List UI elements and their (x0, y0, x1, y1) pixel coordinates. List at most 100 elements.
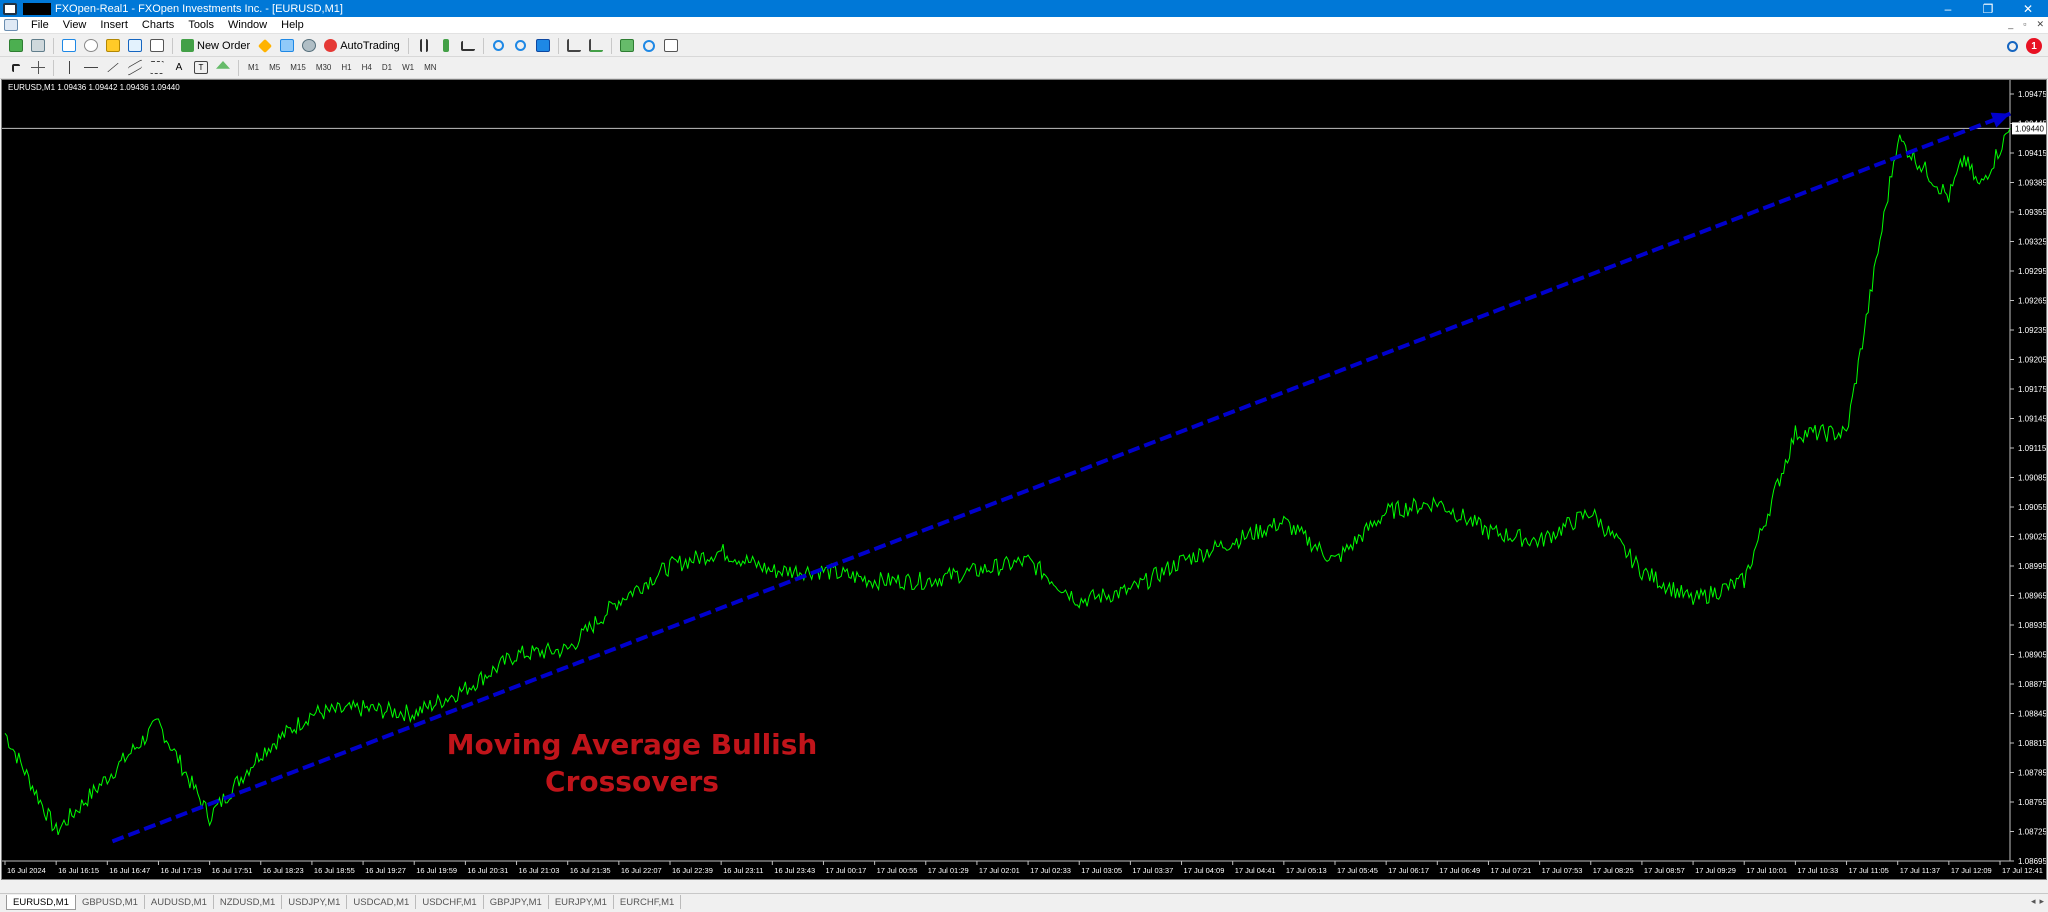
crosshair-icon[interactable] (28, 59, 48, 77)
mdi-close-button[interactable]: ✕ (2036, 19, 2044, 30)
bar-chart-icon[interactable] (414, 37, 434, 55)
menu-bar: File View Insert Charts Tools Window Hel… (0, 17, 2048, 34)
terminal-window: FXOpen-Real1 - FXOpen Investments Inc. -… (0, 0, 2048, 912)
menu-file[interactable]: File (24, 19, 56, 31)
time-tick-label: 17 Jul 06:49 (1439, 866, 1480, 875)
strategy-tester-icon[interactable] (147, 37, 167, 55)
tab-gbpusd[interactable]: GBPUSD,M1 (76, 895, 145, 909)
price-tick-label: 1.09475 (2018, 90, 2046, 99)
zoom-out-icon[interactable] (511, 37, 531, 55)
cursor-icon[interactable] (6, 59, 26, 77)
price-tick-label: 1.09325 (2018, 238, 2046, 247)
time-tick-label: 17 Jul 11:37 (1900, 866, 1940, 875)
timeframe-m15[interactable]: M15 (285, 63, 311, 72)
timeframe-h4[interactable]: H4 (357, 63, 377, 72)
vertical-line-icon[interactable] (59, 59, 79, 77)
timeframe-m30[interactable]: M30 (311, 63, 337, 72)
app-icon[interactable] (3, 2, 17, 15)
time-tick-label: 17 Jul 07:53 (1542, 866, 1583, 875)
menu-insert[interactable]: Insert (93, 19, 135, 31)
time-tick-label: 17 Jul 00:17 (825, 866, 866, 875)
timeframe-h1[interactable]: H1 (336, 63, 356, 72)
periods-icon[interactable] (639, 37, 659, 55)
search-icon[interactable] (2007, 40, 2018, 52)
tab-eurchf[interactable]: EURCHF,M1 (614, 895, 682, 909)
menu-help[interactable]: Help (274, 19, 311, 31)
market-watch-icon[interactable] (59, 37, 79, 55)
timeframe-w1[interactable]: W1 (397, 63, 419, 72)
timeframe-mn[interactable]: MN (419, 63, 441, 72)
menu-tools[interactable]: Tools (181, 19, 221, 31)
minimize-button[interactable]: – (1928, 0, 1968, 17)
tab-eurusd[interactable]: EURUSD,M1 (6, 895, 76, 910)
close-button[interactable]: ✕ (2008, 0, 2048, 17)
tab-audusd[interactable]: AUDUSD,M1 (145, 895, 214, 909)
menu-window[interactable]: Window (221, 19, 274, 31)
tile-windows-icon[interactable] (533, 37, 553, 55)
price-tick-label: 1.08875 (2018, 680, 2046, 689)
redacted-account-box (23, 2, 51, 15)
templates-icon[interactable] (661, 37, 681, 55)
line-studies-toolbar: A T M1 M5 M15 M30 H1 H4 D1 W1 MN (0, 57, 2048, 79)
signals-icon[interactable] (277, 37, 297, 55)
line-chart-icon[interactable] (458, 37, 478, 55)
time-tick-label: 16 Jul 19:59 (416, 866, 457, 875)
fibonacci-icon[interactable] (147, 59, 167, 77)
tab-usdcad[interactable]: USDCAD,M1 (347, 895, 417, 909)
time-tick-label: 16 Jul 22:39 (672, 866, 713, 875)
price-tick-label: 1.09295 (2018, 267, 2046, 276)
maximize-button[interactable]: ❐ (1968, 0, 2008, 17)
data-window-icon[interactable] (81, 37, 101, 55)
time-tick-label: 17 Jul 10:33 (1797, 866, 1838, 875)
price-tick-label: 1.09055 (2018, 503, 2046, 512)
tabs-scroll-left-icon[interactable]: ◂ (2031, 896, 2036, 907)
menu-view[interactable]: View (56, 19, 94, 31)
text-label-icon[interactable]: T (191, 59, 211, 77)
price-tick-label: 1.08905 (2018, 651, 2046, 660)
autotrading-button[interactable]: AutoTrading (320, 37, 404, 55)
terminal-icon[interactable] (125, 37, 145, 55)
new-chart-icon[interactable] (6, 37, 26, 55)
time-tick-label: 16 Jul 16:15 (58, 866, 99, 875)
zoom-in-icon[interactable] (489, 37, 509, 55)
time-tick-label: 17 Jul 08:25 (1593, 866, 1634, 875)
indicators-icon[interactable] (617, 37, 637, 55)
arrows-icon[interactable] (213, 59, 233, 77)
time-tick-label: 16 Jul 17:51 (212, 866, 253, 875)
vps-icon[interactable] (299, 37, 319, 55)
chart-window[interactable]: 1.094751.094451.094151.093851.093551.093… (1, 79, 2047, 880)
toolbar-separator (407, 37, 409, 54)
candlestick-icon[interactable] (436, 37, 456, 55)
tab-usdchf[interactable]: USDCHF,M1 (416, 895, 484, 909)
price-tick-label: 1.08755 (2018, 798, 2046, 807)
tabs-scroll-right-icon[interactable]: ▸ (2039, 896, 2044, 907)
tab-nzdusd[interactable]: NZDUSD,M1 (214, 895, 283, 909)
menu-charts[interactable]: Charts (135, 19, 181, 31)
tab-eurjpy[interactable]: EURJPY,M1 (549, 895, 614, 909)
profiles-icon[interactable] (28, 37, 48, 55)
mdi-minimize-button[interactable]: _ (2008, 19, 2013, 30)
time-tick-label: 17 Jul 05:13 (1286, 866, 1327, 875)
price-chart[interactable]: 1.094751.094451.094151.093851.093551.093… (2, 80, 2046, 879)
channel-icon[interactable] (125, 58, 145, 77)
text-icon[interactable]: A (169, 59, 189, 77)
chart-shift-icon[interactable] (564, 37, 584, 55)
trendline-icon[interactable] (103, 59, 123, 77)
timeframe-m1[interactable]: M1 (243, 63, 264, 72)
time-tick-label: 17 Jul 11:05 (1849, 866, 1889, 875)
horizontal-line-icon[interactable] (81, 59, 101, 77)
price-tick-label: 1.09175 (2018, 385, 2046, 394)
price-tick-label: 1.09145 (2018, 415, 2046, 424)
toolbar-separator (53, 59, 54, 76)
timeframe-d1[interactable]: D1 (377, 63, 397, 72)
tab-usdjpy[interactable]: USDJPY,M1 (282, 895, 348, 909)
notification-badge[interactable]: 1 (2026, 38, 2042, 54)
chart-window-icon[interactable] (4, 19, 18, 31)
tab-gbpjpy[interactable]: GBPJPY,M1 (484, 895, 549, 909)
auto-scroll-icon[interactable] (586, 37, 606, 55)
navigator-icon[interactable] (103, 37, 123, 55)
mdi-restore-button[interactable]: ▫ (2023, 19, 2026, 30)
new-order-button[interactable]: New Order (177, 37, 254, 55)
metaeditor-icon[interactable] (255, 37, 275, 55)
timeframe-m5[interactable]: M5 (264, 63, 285, 72)
